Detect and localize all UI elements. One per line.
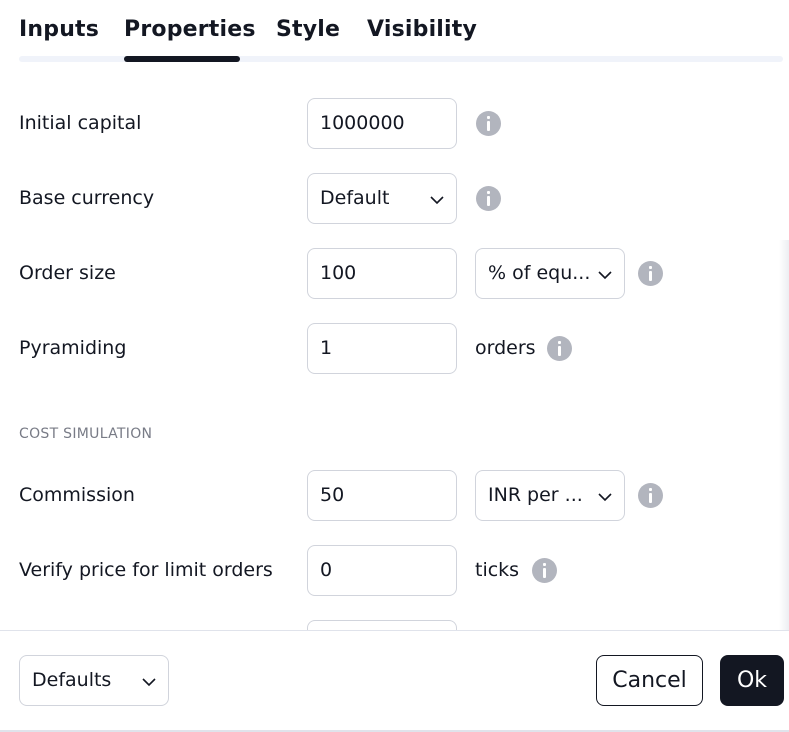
tab-bar: Inputs Properties Style Visibility [0, 0, 789, 62]
pyramiding-value: 1 [320, 337, 333, 359]
pyramiding-unit: orders [475, 337, 536, 359]
order-size-type-value: % of equ... [488, 262, 591, 284]
chevron-down-icon [598, 271, 612, 280]
chevron-down-icon [430, 196, 444, 205]
defaults-select[interactable]: Defaults [19, 655, 169, 706]
info-icon[interactable] [476, 186, 501, 211]
pyramiding-label: Pyramiding [19, 337, 127, 359]
tab-inputs[interactable]: Inputs [19, 17, 99, 42]
verify-price-unit: ticks [475, 559, 520, 581]
commission-value: 50 [320, 484, 345, 506]
commission-input[interactable]: 50 [307, 470, 457, 521]
order-size-input[interactable]: 100 [307, 248, 457, 299]
base-currency-value: Default [320, 187, 390, 209]
ok-button[interactable]: Ok [720, 655, 784, 706]
initial-capital-label: Initial capital [19, 112, 142, 134]
info-icon[interactable] [532, 558, 557, 583]
active-tab-indicator [124, 56, 240, 62]
info-icon[interactable] [547, 336, 572, 361]
info-icon[interactable] [638, 483, 663, 508]
verify-price-value: 0 [320, 559, 333, 581]
verify-price-input[interactable]: 0 [307, 545, 457, 596]
tab-properties[interactable]: Properties [124, 17, 256, 42]
section-title-cost-simulation: COST SIMULATION [19, 426, 153, 442]
chevron-down-icon [142, 678, 156, 687]
commission-type-select[interactable]: INR per ... [475, 470, 625, 521]
commission-type-value: INR per ... [488, 484, 583, 506]
cancel-button[interactable]: Cancel [596, 655, 703, 706]
base-currency-label: Base currency [19, 187, 155, 209]
adjacent-panel-edge [779, 240, 789, 632]
tab-visibility[interactable]: Visibility [367, 17, 477, 42]
order-size-label: Order size [19, 262, 116, 284]
defaults-label: Defaults [32, 669, 112, 691]
initial-capital-value: 1000000 [320, 112, 405, 134]
chevron-down-icon [598, 493, 612, 502]
order-size-value: 100 [320, 262, 357, 284]
commission-label: Commission [19, 484, 135, 506]
order-size-type-select[interactable]: % of equ... [475, 248, 625, 299]
base-currency-select[interactable]: Default [307, 173, 457, 224]
info-icon[interactable] [638, 261, 663, 286]
info-icon[interactable] [476, 111, 501, 136]
initial-capital-input[interactable]: 1000000 [307, 98, 457, 149]
verify-price-label: Verify price for limit orders [19, 559, 273, 581]
tab-style[interactable]: Style [276, 17, 340, 42]
pyramiding-input[interactable]: 1 [307, 323, 457, 374]
